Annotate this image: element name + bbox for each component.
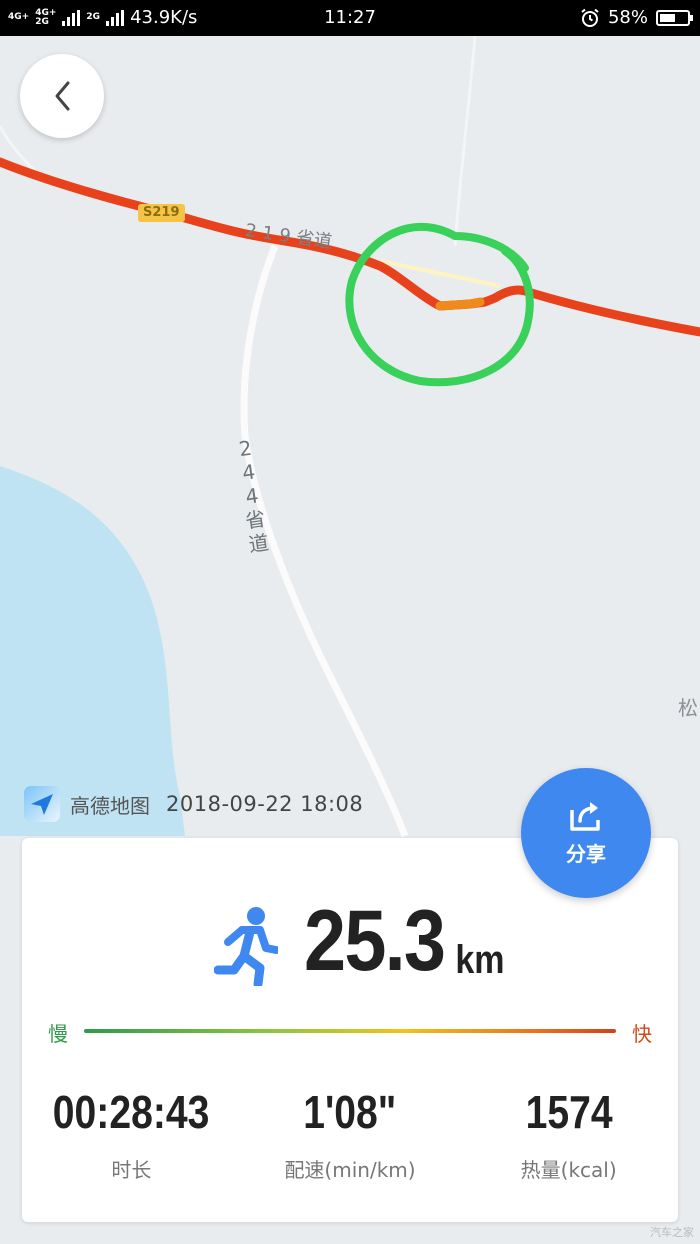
watermark: 汽车之家 xyxy=(650,1226,694,1239)
amap-logo xyxy=(24,786,60,822)
water-area xyxy=(0,466,185,836)
speed-gradient-bar xyxy=(84,1029,616,1033)
back-button[interactable] xyxy=(20,54,104,138)
runner-icon xyxy=(214,907,278,986)
alarm-icon xyxy=(581,8,599,27)
stat-value: 1574 xyxy=(525,1086,613,1138)
speed-legend: 慢 快 xyxy=(48,1018,652,1048)
share-icon xyxy=(570,801,600,831)
share-label: 分享 xyxy=(566,841,606,866)
stat-calories: 1574 热量(kcal) xyxy=(459,1082,678,1183)
stat-pace: 1'08" 配速(min/km) xyxy=(241,1082,460,1183)
stats-row: 00:28:43 时长 1'08" 配速(min/km) 1574 热量(kca… xyxy=(22,1082,678,1183)
speed-slow-label: 慢 xyxy=(48,1022,68,1046)
distance-value: 25.3 xyxy=(304,893,446,989)
road-shield: S219 xyxy=(138,204,185,222)
stat-duration: 00:28:43 时长 xyxy=(22,1082,241,1183)
clock: 11:27 xyxy=(324,7,376,28)
battery-icon xyxy=(656,9,693,26)
place-label: 松 xyxy=(678,696,698,720)
stat-label: 配速(min/km) xyxy=(284,1158,416,1182)
share-button[interactable]: 分享 xyxy=(521,768,651,898)
navigation-arrow-icon xyxy=(31,794,53,815)
status-bar: 4G+ 4G+ 2G 2G 43.9K/s 11:27 58% xyxy=(0,0,700,36)
stat-value: 1'08" xyxy=(303,1086,397,1138)
speed-fast-label: 快 xyxy=(632,1022,652,1046)
battery-percent: 58% xyxy=(607,7,648,28)
chevron-left-icon xyxy=(55,81,70,111)
distance-unit: km xyxy=(455,938,505,982)
brand-name: 高德地图 xyxy=(70,793,150,818)
brand-row: 高德地图 2018-09-22 18:08 xyxy=(24,786,363,822)
stat-label: 时长 xyxy=(111,1158,152,1182)
route-slow-segment xyxy=(435,297,485,311)
stat-value: 00:28:43 xyxy=(53,1086,210,1138)
minor-road xyxy=(453,36,477,247)
record-datetime: 2018-09-22 18:08 xyxy=(166,792,364,816)
distance-display: 25.3 km xyxy=(304,898,509,984)
stat-label: 热量(kcal) xyxy=(520,1158,617,1182)
